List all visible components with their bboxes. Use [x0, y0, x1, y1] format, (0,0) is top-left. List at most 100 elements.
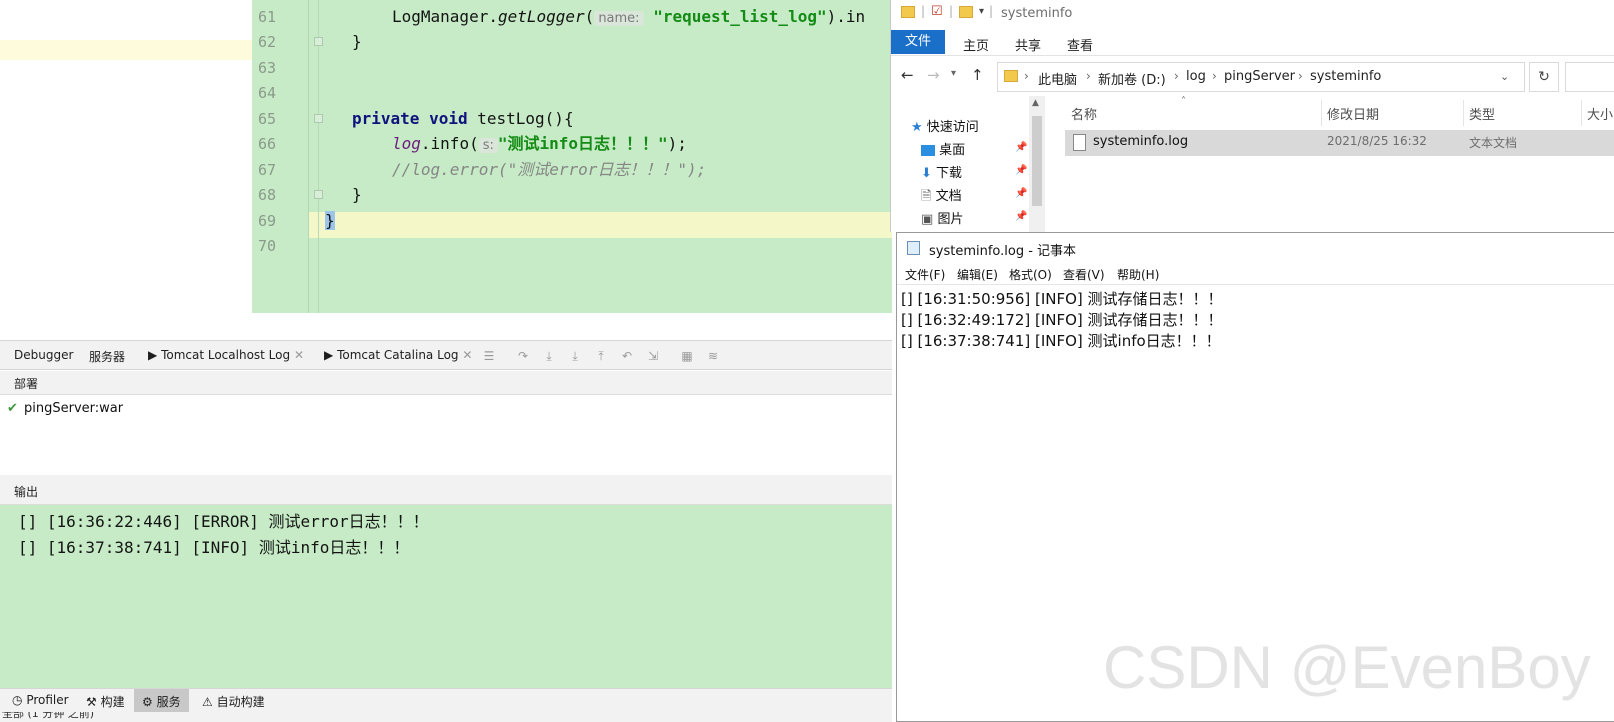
step-into-icon[interactable]: ⤓: [542, 349, 556, 363]
fold-marker-icon[interactable]: [314, 114, 323, 123]
crumb-systeminfo[interactable]: systeminfo: [1310, 69, 1381, 84]
crumb-log[interactable]: log: [1186, 69, 1206, 84]
tab-tomcat-catalina-log[interactable]: ▶ Tomcat Catalina Log ✕: [324, 348, 472, 362]
step-out-icon[interactable]: ⤒: [594, 349, 608, 363]
chevron-down-icon[interactable]: ⌄: [1500, 70, 1509, 83]
hammer-icon: ⚒: [86, 695, 97, 709]
tab-tomcat-localhost-log[interactable]: ▶ Tomcat Localhost Log ✕: [148, 348, 304, 362]
nav-documents[interactable]: 🗎 文档: [921, 185, 962, 209]
menu-icon[interactable]: ☰: [482, 349, 496, 363]
back-icon[interactable]: ←: [901, 66, 914, 84]
divider: |: [949, 4, 954, 18]
properties-icon[interactable]: ☑: [931, 4, 943, 19]
nav-label: 图片: [937, 212, 964, 227]
code-line-65: private void testLog(){: [352, 109, 574, 128]
caret-line-highlight: [309, 212, 892, 238]
forward-icon[interactable]: →: [927, 66, 940, 84]
code-line-61: LogManager.getLogger(name: "request_list…: [392, 7, 866, 26]
tab-debugger[interactable]: Debugger: [14, 348, 73, 362]
column-name[interactable]: 名称: [1071, 104, 1097, 123]
tab-server[interactable]: 服务器: [89, 348, 125, 365]
crumb-drive[interactable]: 新加卷 (D:): [1098, 69, 1166, 88]
close-icon[interactable]: ✕: [462, 348, 472, 362]
code-line-69: }: [325, 211, 335, 230]
pin-icon[interactable]: 📌: [1015, 188, 1027, 199]
crumb-pingserver[interactable]: pingServer: [1224, 69, 1295, 84]
chevron-down-icon[interactable]: ▾: [979, 6, 984, 17]
menu-file[interactable]: 文件(F): [905, 266, 945, 283]
output-line: [] [16:36:22:446] [ERROR] 测试error日志！！！: [18, 512, 429, 531]
build-tab[interactable]: ⚒ 构建: [86, 693, 125, 710]
divider: |: [989, 4, 994, 18]
nav-desktop[interactable]: 桌面: [921, 139, 965, 158]
separator-icon: ›: [1174, 69, 1179, 83]
output-console[interactable]: [] [16:36:22:446] [ERROR] 测试error日志！！！ […: [0, 505, 892, 688]
services-tab[interactable]: ⚙ 服务: [134, 689, 189, 712]
nav-quick-access[interactable]: ★ 快速访问: [911, 116, 979, 135]
fold-marker-icon[interactable]: [314, 190, 323, 199]
pin-icon[interactable]: 📌: [1015, 142, 1027, 153]
drop-frame-icon[interactable]: ↶: [620, 349, 634, 363]
pin-icon[interactable]: 📌: [1015, 211, 1027, 222]
output-header: 输出: [0, 475, 892, 505]
run-to-cursor-icon[interactable]: ⇲: [646, 349, 660, 363]
up-icon[interactable]: ↑: [971, 66, 984, 84]
profiler-tab[interactable]: ◷ Profiler: [12, 693, 69, 707]
notepad-menubar: 文件(F) 编辑(E) 格式(O) 查看(V) 帮助(H): [897, 263, 1614, 285]
close-icon[interactable]: ✕: [294, 348, 304, 362]
status-bar: 全部 (1 分钟 之前): [0, 712, 892, 722]
code-line-62: }: [352, 32, 362, 51]
column-divider[interactable]: [1581, 100, 1582, 126]
fold-guide: [318, 0, 319, 313]
nav-downloads[interactable]: ⬇ 下载: [921, 162, 962, 181]
auto-build-tab[interactable]: ⚠ 自动构建: [202, 693, 265, 710]
tab-label: Profiler: [26, 693, 69, 707]
column-divider[interactable]: [1321, 100, 1322, 126]
search-input[interactable]: [1565, 62, 1614, 92]
notepad-title: systeminfo.log - 记事本: [929, 244, 1077, 259]
recent-chevron-icon[interactable]: ▾: [951, 68, 956, 79]
desktop-icon: [921, 145, 935, 156]
menu-view[interactable]: 查看(V): [1063, 266, 1105, 283]
deploy-title: 部署: [14, 377, 39, 391]
notepad-line: [] [16:37:38:741] [INFO] 测试info日志！！！: [901, 332, 1221, 350]
console-icon: ▶: [324, 348, 334, 362]
column-size[interactable]: 大小: [1587, 104, 1613, 123]
ribbon-tab-share[interactable]: 共享: [1015, 35, 1041, 54]
menu-help[interactable]: 帮助(H): [1117, 266, 1159, 283]
line-number: 69: [257, 212, 276, 230]
new-folder-icon[interactable]: [959, 6, 973, 18]
menu-format[interactable]: 格式(O): [1009, 266, 1052, 283]
evaluate-icon[interactable]: ▦: [680, 349, 694, 363]
scroll-up-icon[interactable]: ▲: [1032, 98, 1039, 108]
menu-edit[interactable]: 编辑(E): [957, 266, 998, 283]
code-line-68: }: [352, 185, 362, 204]
ribbon-tab-view[interactable]: 查看: [1067, 35, 1093, 54]
separator-icon: ›: [1086, 69, 1091, 83]
watermark: CSDN @EvenBoy: [1103, 634, 1591, 701]
trace-icon[interactable]: ≋: [706, 349, 720, 363]
force-step-into-icon[interactable]: ⤓: [568, 349, 582, 363]
file-row[interactable]: systeminfo.log 2021/8/25 16:32 文本文档: [1065, 130, 1614, 156]
deploy-item[interactable]: pingServer:war: [24, 401, 123, 416]
check-icon: ✔: [7, 401, 18, 416]
divider: |: [921, 4, 926, 18]
code-line-66: log.info(s: "测试info日志！！！");: [392, 134, 687, 153]
output-title: 输出: [14, 485, 39, 499]
desktop: 61 62 63 64 65 66 67 68 69 70 LogManager…: [0, 0, 1614, 722]
file-modified: 2021/8/25 16:32: [1327, 134, 1427, 148]
ribbon-file-tab[interactable]: 文件: [891, 30, 945, 54]
address-bar[interactable]: › 此电脑 › 新加卷 (D:) › log › pingServer › sy…: [997, 62, 1525, 92]
scrollbar-thumb[interactable]: [1032, 116, 1042, 206]
code-editor[interactable]: 61 62 63 64 65 66 67 68 69 70 LogManager…: [252, 0, 892, 313]
column-modified[interactable]: 修改日期: [1327, 104, 1379, 123]
step-over-icon[interactable]: ↷: [516, 349, 530, 363]
pin-icon[interactable]: 📌: [1015, 165, 1027, 176]
nav-pictures[interactable]: ▣ 图片: [921, 208, 963, 227]
refresh-icon[interactable]: ↻: [1529, 62, 1559, 92]
fold-marker-icon[interactable]: [314, 37, 323, 46]
ribbon-tab-home[interactable]: 主页: [963, 35, 989, 54]
column-divider[interactable]: [1463, 100, 1464, 126]
crumb-this-pc[interactable]: 此电脑: [1038, 69, 1077, 88]
column-type[interactable]: 类型: [1469, 104, 1495, 123]
